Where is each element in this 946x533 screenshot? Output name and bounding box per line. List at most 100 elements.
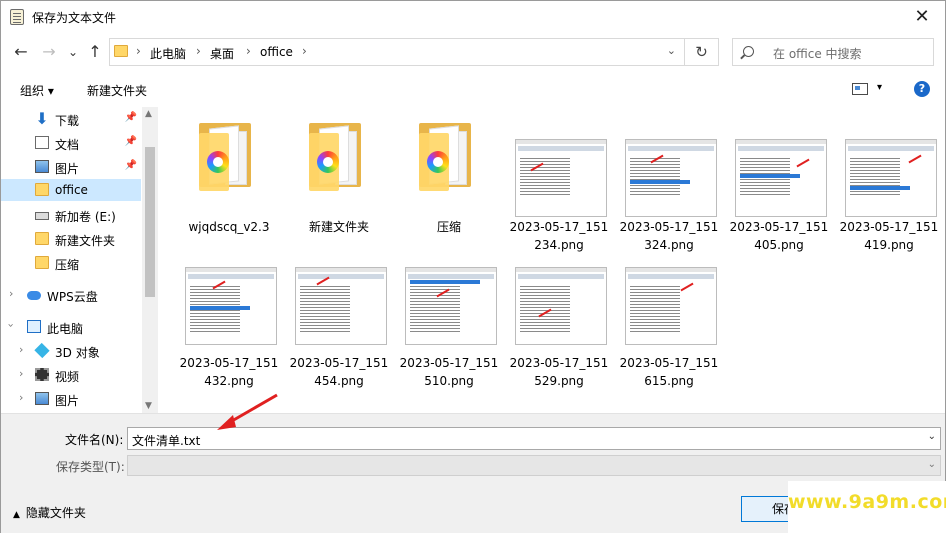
navigation-pane: ⬇ 下载 📌 文档 📌 图片 📌 office 新加卷 (E:) 新建文件夹 压… [1,107,158,413]
search-box[interactable]: 在 office 中搜索 [732,38,934,66]
breadcrumb-this-pc[interactable]: 此电脑 [150,45,186,62]
sidebar-item-wps-cloud[interactable]: › WPS云盘 [1,284,141,306]
sidebar-item-new-folder[interactable]: 新建文件夹 [1,228,141,250]
file-item[interactable]: wjqdscq_v2.3 [177,115,281,245]
file-item[interactable]: 2023-05-17_151234.png [507,115,611,252]
filename-value[interactable]: 文件清单.txt [132,432,200,449]
pictures-icon [35,392,49,405]
hide-folders-label: 隐藏文件夹 [25,506,86,520]
expand-chevron-icon[interactable]: › [19,367,23,380]
hide-folders-toggle[interactable]: ▲ 隐藏文件夹 [13,504,86,521]
image-thumbnail [295,267,387,345]
sidebar-item-downloads[interactable]: ⬇ 下载 📌 [1,108,141,130]
filename-label: 文件名(N): [65,433,124,447]
drive-icon [35,212,49,220]
folder-icon [114,45,128,57]
title-bar: 保存为文本文件 ✕ [1,1,945,33]
search-input[interactable]: 在 office 中搜索 [773,45,862,62]
new-folder-button[interactable]: 新建文件夹 [87,82,147,99]
help-icon[interactable]: ? [914,81,930,97]
breadcrumb-separator[interactable]: › [136,44,141,58]
sidebar-item-3d-objects[interactable]: › 3D 对象 [1,340,141,362]
sidebar-item-label: 视频 [55,370,80,384]
cloud-icon [27,291,41,300]
file-item[interactable]: 2023-05-17_151615.png [617,251,721,388]
expand-chevron-icon[interactable]: › [9,287,13,300]
sidebar-item-documents[interactable]: 文档 📌 [1,132,141,154]
command-bar: 组织 ▾ 新建文件夹 ▾ ? [1,71,945,107]
organize-button[interactable]: 组织 ▾ [20,82,54,99]
view-dropdown-icon[interactable]: ▾ [877,82,882,93]
image-thumbnail [515,267,607,345]
folder-thumbnail [199,123,251,191]
sidebar-item-this-pc[interactable]: › 此电脑 [1,316,141,338]
chevron-down-icon[interactable]: ⌄ [928,459,936,470]
sidebar-item-pictures[interactable]: 图片 📌 [1,156,141,178]
sidebar-scrollbar[interactable]: ▲ ▼ [142,107,158,413]
breadcrumb-desktop[interactable]: 桌面 [210,45,234,62]
window-title: 保存为文本文件 [32,11,117,25]
breadcrumb-office[interactable]: office [260,45,293,59]
app-logo-icon [317,151,339,173]
sidebar-item-pictures-pc[interactable]: › 图片 [1,388,141,410]
image-thumbnail [625,139,717,217]
sidebar-item-drive-e[interactable]: 新加卷 (E:) [1,204,141,226]
expand-chevron-icon[interactable]: › [19,343,23,356]
sidebar-item-label: 文档 [55,138,80,152]
address-dropdown-icon[interactable]: ⌄ [667,44,676,57]
expand-chevron-icon[interactable]: › [19,391,23,404]
breadcrumb-separator[interactable]: › [246,44,251,58]
collapse-chevron-icon[interactable]: › [5,323,18,327]
sidebar-item-label: 新加卷 (E:) [55,210,116,224]
download-icon: ⬇ [35,109,49,128]
file-name: wjqdscq_v2.3 [188,220,270,234]
caret-up-icon: ▲ [13,510,20,520]
folder-thumbnail [309,123,361,191]
filetype-select[interactable]: ⌄ [127,455,941,476]
sidebar-item-compress[interactable]: 压缩 [1,252,141,274]
file-name: 2023-05-17_151529.png [509,356,609,388]
address-bar[interactable]: › 此电脑 › 桌面 › office › ⌄ [109,38,685,66]
file-name: 新建文件夹 [308,220,369,234]
watermark-text: www.9a9m.com [788,491,946,513]
refresh-button[interactable]: ↻ [685,38,719,66]
file-item[interactable]: 2023-05-17_151405.png [727,115,831,252]
scroll-up-icon[interactable]: ▲ [145,109,152,119]
file-item[interactable]: 2023-05-17_151510.png [397,251,501,388]
image-thumbnail [625,267,717,345]
sidebar-item-label: WPS云盘 [47,290,98,304]
breadcrumb-separator[interactable]: › [196,44,201,58]
up-button[interactable]: ↑ [85,42,105,62]
file-item[interactable]: 2023-05-17_151432.png [177,251,281,388]
folder-icon [35,256,49,269]
view-options-icon[interactable] [852,83,868,95]
file-item[interactable]: 2023-05-17_151529.png [507,251,611,388]
close-button[interactable]: ✕ [899,1,945,33]
scrollbar-thumb[interactable] [145,147,155,297]
file-name: 2023-05-17_151405.png [729,220,829,252]
recent-locations-button[interactable]: ⌄ [63,42,83,62]
sidebar-item-videos[interactable]: › 视频 [1,364,141,386]
image-thumbnail [735,139,827,217]
annotation-arrow-icon [217,393,278,430]
pin-icon: 📌 [124,160,137,171]
back-button[interactable]: ← [11,42,31,62]
scroll-down-icon[interactable]: ▼ [145,401,152,411]
file-item[interactable]: 压缩 [397,115,501,245]
sidebar-item-label: 新建文件夹 [55,234,116,248]
file-item[interactable]: 2023-05-17_151419.png [837,115,941,252]
file-name: 2023-05-17_151419.png [839,220,939,252]
forward-button[interactable]: → [39,42,59,62]
filetype-label: 保存类型(T): [56,460,125,474]
file-list: wjqdscq_v2.3 新建文件夹 压缩 2023-05-17_151234.… [161,107,945,413]
file-item[interactable]: 2023-05-17_151454.png [287,251,391,388]
image-thumbnail [405,267,497,345]
sidebar-item-office[interactable]: office [1,179,141,201]
file-item[interactable]: 新建文件夹 [287,115,391,245]
pin-icon: 📌 [124,136,137,147]
file-item[interactable]: 2023-05-17_151324.png [617,115,721,252]
folder-icon [35,232,49,245]
folder-icon [35,183,49,196]
breadcrumb-separator[interactable]: › [302,44,307,58]
chevron-down-icon[interactable]: ⌄ [928,431,936,442]
